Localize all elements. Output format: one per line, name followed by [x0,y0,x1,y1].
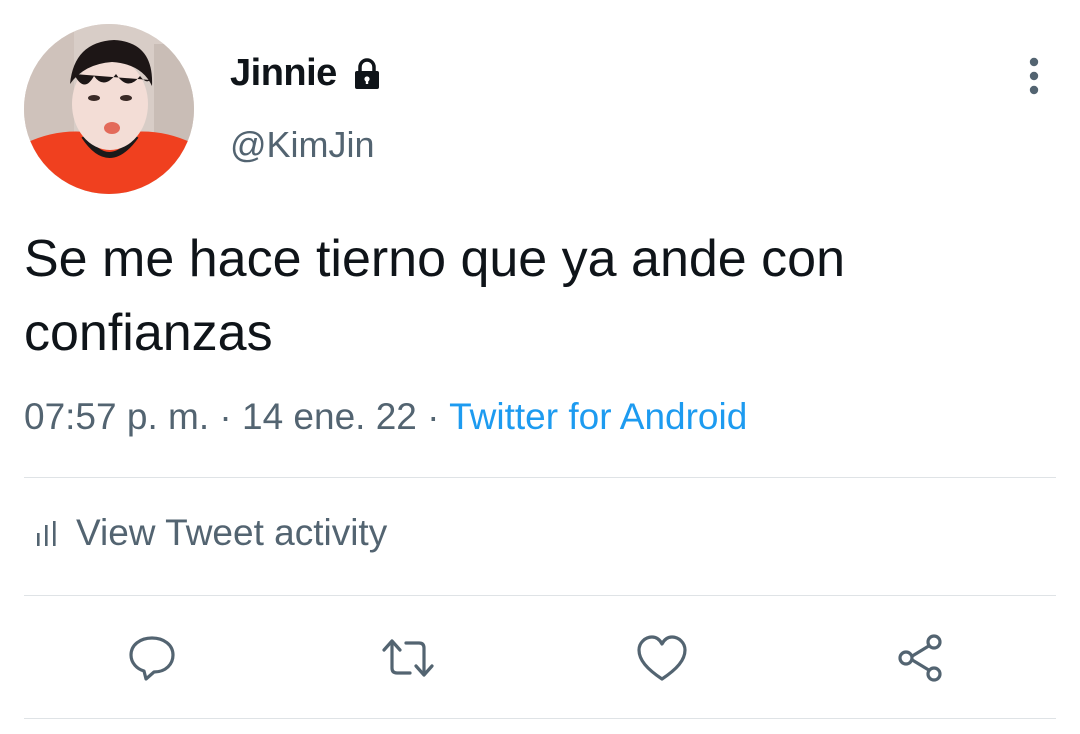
bar-chart-icon [37,521,56,546]
tweet-date[interactable]: 14 ene. 22 [242,396,417,437]
retweet-icon [382,639,434,677]
share-icon [898,634,942,682]
tweet-metadata: 07:57 p. m. · 14 ene. 22 · Twitter for A… [24,396,747,438]
reply-button[interactable] [124,630,180,686]
more-vertical-icon [1029,57,1039,95]
retweet-button[interactable] [380,630,436,686]
display-name[interactable]: Jinnie [230,52,337,95]
divider [24,718,1056,719]
share-button[interactable] [892,630,948,686]
avatar[interactable] [24,24,194,194]
tweet-text: Se me hace tierno que ya ande con confia… [24,230,846,362]
divider [24,595,1056,596]
more-options-button[interactable] [1014,56,1054,96]
heart-icon [637,635,687,681]
avatar-photo [24,24,194,194]
username-handle[interactable]: @KimJin [230,124,375,166]
divider [24,477,1056,478]
meta-separator: · [219,396,232,437]
meta-separator: · [427,396,440,437]
like-button[interactable] [634,630,690,686]
reply-icon [129,636,175,681]
tweet-time[interactable]: 07:57 p. m. [24,396,209,437]
view-tweet-activity-label: View Tweet activity [76,512,388,553]
lock-icon [349,56,385,92]
view-tweet-activity-link[interactable]: View Tweet activity [34,512,387,554]
tweet-source-link[interactable]: Twitter for Android [449,396,747,437]
